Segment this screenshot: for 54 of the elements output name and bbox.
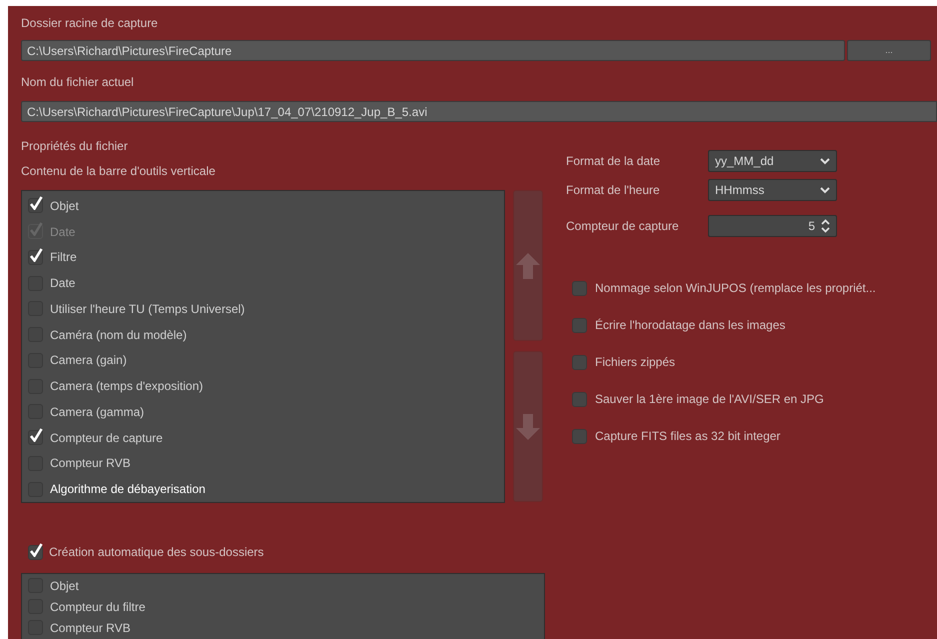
checkbox[interactable] (572, 280, 587, 296)
dropdown[interactable]: yy_MM_dd (708, 150, 837, 172)
checkmark-icon (30, 222, 43, 236)
list-item-label[interactable]: Camera (gain) (50, 351, 127, 370)
option-label[interactable]: Création automatique des sous-dossiers (49, 543, 264, 561)
checkbox[interactable] (28, 430, 43, 446)
list-item-label[interactable]: Compteur du filtre (50, 598, 146, 616)
move-up-button[interactable] (513, 190, 543, 341)
list-item-label[interactable]: Compteur de capture (50, 428, 163, 447)
arrow-up-icon (515, 252, 541, 280)
dropdown[interactable]: HHmmss (708, 179, 837, 201)
checkmark-icon (30, 428, 43, 442)
option-label[interactable]: Fichiers zippés (595, 353, 676, 371)
move-down-button[interactable] (513, 351, 543, 502)
checkbox[interactable] (572, 428, 587, 444)
setting-label: Format de l'heure (566, 182, 661, 199)
chevron-down-icon (820, 186, 830, 194)
checkbox[interactable] (572, 318, 587, 332)
number-spinner[interactable]: 5 (708, 215, 837, 237)
list-item-label[interactable]: Camera (gamma) (50, 402, 144, 421)
arrow-down-icon (515, 412, 541, 440)
checkbox[interactable] (28, 544, 43, 560)
list-item-label[interactable]: Objet (50, 196, 79, 215)
checkmark-icon (30, 542, 43, 556)
setting-label: Format de la date (566, 153, 662, 170)
up-down-arrows-icon (821, 219, 830, 233)
option-label[interactable]: Capture FITS files as 32 bit integer (595, 427, 780, 445)
list-item-label[interactable]: Caméra (nom du modèle) (50, 326, 187, 344)
checkmark-icon (30, 196, 43, 210)
section-title: Contenu de la barre d'outils verticale (21, 163, 216, 180)
list-item-label[interactable]: Compteur RVB (50, 454, 130, 472)
checkmark-icon (30, 248, 43, 262)
option-label[interactable]: Nommage selon WinJUPOS (remplace les propriét... (595, 279, 876, 297)
folder-path-field[interactable]: C:\Users\Richard\Pictures\FireCapture (21, 40, 845, 61)
field-label: Dossier racine de capture (21, 15, 159, 32)
field-label: Nom du fichier actuel (21, 74, 135, 91)
checkbox[interactable] (28, 198, 43, 214)
list-item-label[interactable]: Date (50, 274, 76, 292)
setting-label: Compteur de capture (566, 218, 680, 235)
list-item-label[interactable]: Objet (50, 576, 79, 594)
list-item-label[interactable]: Utiliser l'heure TU (Temps Universel) (50, 300, 245, 318)
option-label[interactable]: Sauver la 1ère image de l'AVI/SER en JPG (595, 390, 824, 408)
chevron-down-icon (820, 158, 830, 164)
option-label[interactable]: Écrire l'horodatage dans les images (595, 316, 786, 334)
list-item-label[interactable]: Camera (temps d'exposition) (50, 377, 204, 396)
section-title: Propriétés du fichier (21, 138, 129, 155)
list-item-label[interactable]: Filtre (50, 248, 77, 266)
browse-button[interactable]: ... (847, 40, 931, 61)
file-path-field[interactable]: C:\Users\Richard\Pictures\FireCapture\Jup\17_04_07\210912_Jup_B_5.avi (21, 101, 937, 122)
list-item-label[interactable]: Algorithme de débayerisation (50, 480, 206, 498)
checkbox[interactable] (572, 354, 587, 370)
list-item-label[interactable]: Compteur RVB (50, 618, 130, 636)
checkbox[interactable] (28, 250, 43, 265)
checkbox[interactable] (572, 392, 587, 406)
